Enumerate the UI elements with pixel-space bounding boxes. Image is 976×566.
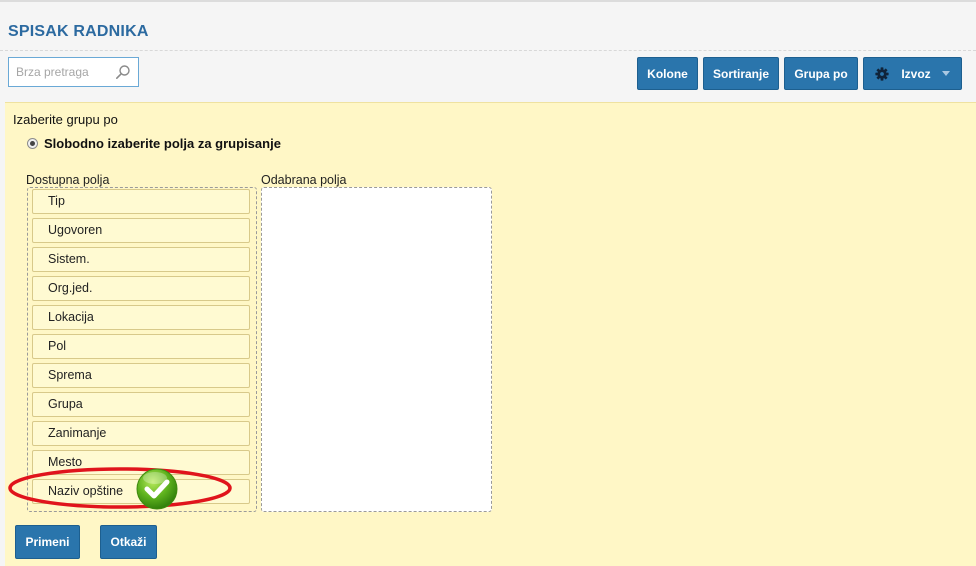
field-lokacija[interactable]: Lokacija (32, 305, 250, 330)
field-grupa[interactable]: Grupa (32, 392, 250, 417)
selected-fields-label: Odabrana polja (261, 173, 347, 187)
chevron-down-icon (941, 71, 950, 76)
sortiranje-button[interactable]: Sortiranje (703, 57, 779, 90)
page-title: SPISAK RADNIKA (8, 23, 149, 40)
group-by-panel: Izaberite grupu po Slobodno izaberite po… (5, 102, 976, 566)
field-tip[interactable]: Tip (32, 189, 250, 214)
field-mesto[interactable]: Mesto (32, 450, 250, 475)
field-sprema[interactable]: Sprema (32, 363, 250, 388)
free-grouping-label: Slobodno izaberite polja za grupisanje (44, 136, 281, 151)
izvoz-label: Izvoz (901, 66, 931, 81)
radio-selected[interactable] (27, 138, 38, 149)
free-grouping-option[interactable]: Slobodno izaberite polja za grupisanje (27, 136, 281, 151)
izvoz-dropdown-button[interactable]: Izvoz (863, 57, 962, 90)
field-org-jed[interactable]: Org.jed. (32, 276, 250, 301)
kolone-button[interactable]: Kolone (637, 57, 698, 90)
top-border (0, 0, 976, 2)
group-by-heading: Izaberite grupu po (13, 112, 118, 127)
title-divider (0, 50, 976, 51)
field-sistem[interactable]: Sistem. (32, 247, 250, 272)
cancel-button[interactable]: Otkaži (100, 525, 157, 559)
grupa-po-button[interactable]: Grupa po (784, 57, 858, 90)
apply-button[interactable]: Primeni (15, 525, 80, 559)
field-pol[interactable]: Pol (32, 334, 250, 359)
field-naziv-opstine[interactable]: Naziv opštine (32, 479, 250, 504)
search-input[interactable] (9, 58, 116, 86)
selected-fields-dropzone[interactable] (261, 187, 492, 512)
field-ugovoren[interactable]: Ugovoren (32, 218, 250, 243)
gear-icon (875, 66, 889, 81)
field-zanimanje[interactable]: Zanimanje (32, 421, 250, 446)
available-fields-label: Dostupna polja (26, 173, 110, 187)
quick-search[interactable] (8, 57, 139, 87)
search-icon[interactable] (115, 64, 131, 80)
